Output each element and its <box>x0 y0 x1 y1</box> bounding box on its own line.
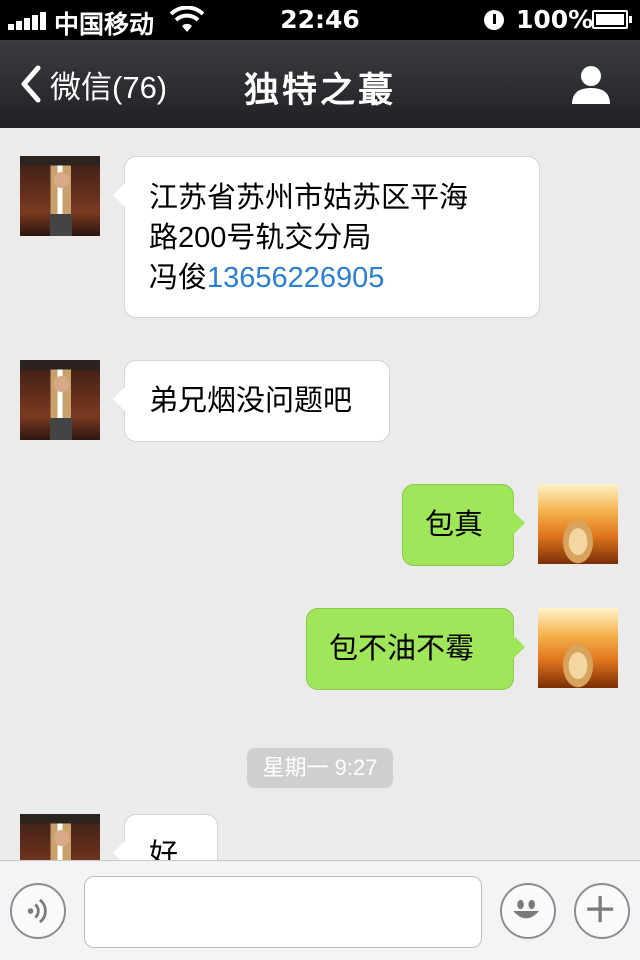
contact-avatar[interactable] <box>20 156 100 236</box>
message-bubble-incoming[interactable]: 好 <box>113 814 218 860</box>
message-text-line: 江苏省苏州市姑苏区平海 <box>149 182 469 214</box>
message-bubble-outgoing[interactable]: 包真 <box>402 484 525 566</box>
navigation-bar: 微信(76) 独特之蕞 <box>0 40 640 128</box>
message-bubble-outgoing[interactable]: 包不油不霉 <box>306 608 525 690</box>
message-input-bar <box>0 860 640 960</box>
contact-profile-icon[interactable] <box>570 64 612 104</box>
message-text-line: 冯俊 <box>149 262 208 294</box>
message-text-line: 路200号轨交分局 <box>149 222 372 254</box>
contact-avatar[interactable] <box>20 360 100 440</box>
message-text: 好 <box>149 839 179 860</box>
my-avatar[interactable] <box>538 608 618 688</box>
message-text: 包真 <box>425 509 484 541</box>
battery-level <box>596 14 624 25</box>
message-bubble-incoming[interactable]: 江苏省苏州市姑苏区平海 路200号轨交分局 冯俊13656226905 <box>113 156 540 318</box>
more-options-button[interactable] <box>574 883 630 939</box>
smiley-face-icon <box>513 899 540 919</box>
voice-input-button[interactable] <box>10 883 66 939</box>
emoji-button[interactable] <box>500 883 556 939</box>
message-text: 包不油不霉 <box>329 633 475 665</box>
message-text-field[interactable] <box>84 876 482 948</box>
chat-title: 独特之蕞 <box>243 71 396 110</box>
battery-percentage: 100% <box>516 5 594 34</box>
alarm-clock-icon <box>484 10 504 30</box>
status-bar: 中国移动 22:46 100% <box>0 0 640 40</box>
contact-avatar[interactable] <box>20 814 100 860</box>
battery-icon <box>592 10 632 29</box>
my-avatar[interactable] <box>538 484 618 564</box>
message-timestamp: 星期一 9:27 <box>247 748 393 788</box>
chat-message-list[interactable]: 江苏省苏州市姑苏区平海 路200号轨交分局 冯俊13656226905 弟兄烟没… <box>0 128 640 860</box>
message-text: 弟兄烟没问题吧 <box>149 385 353 417</box>
phone-number-link[interactable]: 13656226905 <box>207 262 384 294</box>
message-bubble-incoming[interactable]: 弟兄烟没问题吧 <box>113 360 390 442</box>
plus-icon <box>587 896 614 923</box>
voice-wave-icon <box>27 898 47 924</box>
